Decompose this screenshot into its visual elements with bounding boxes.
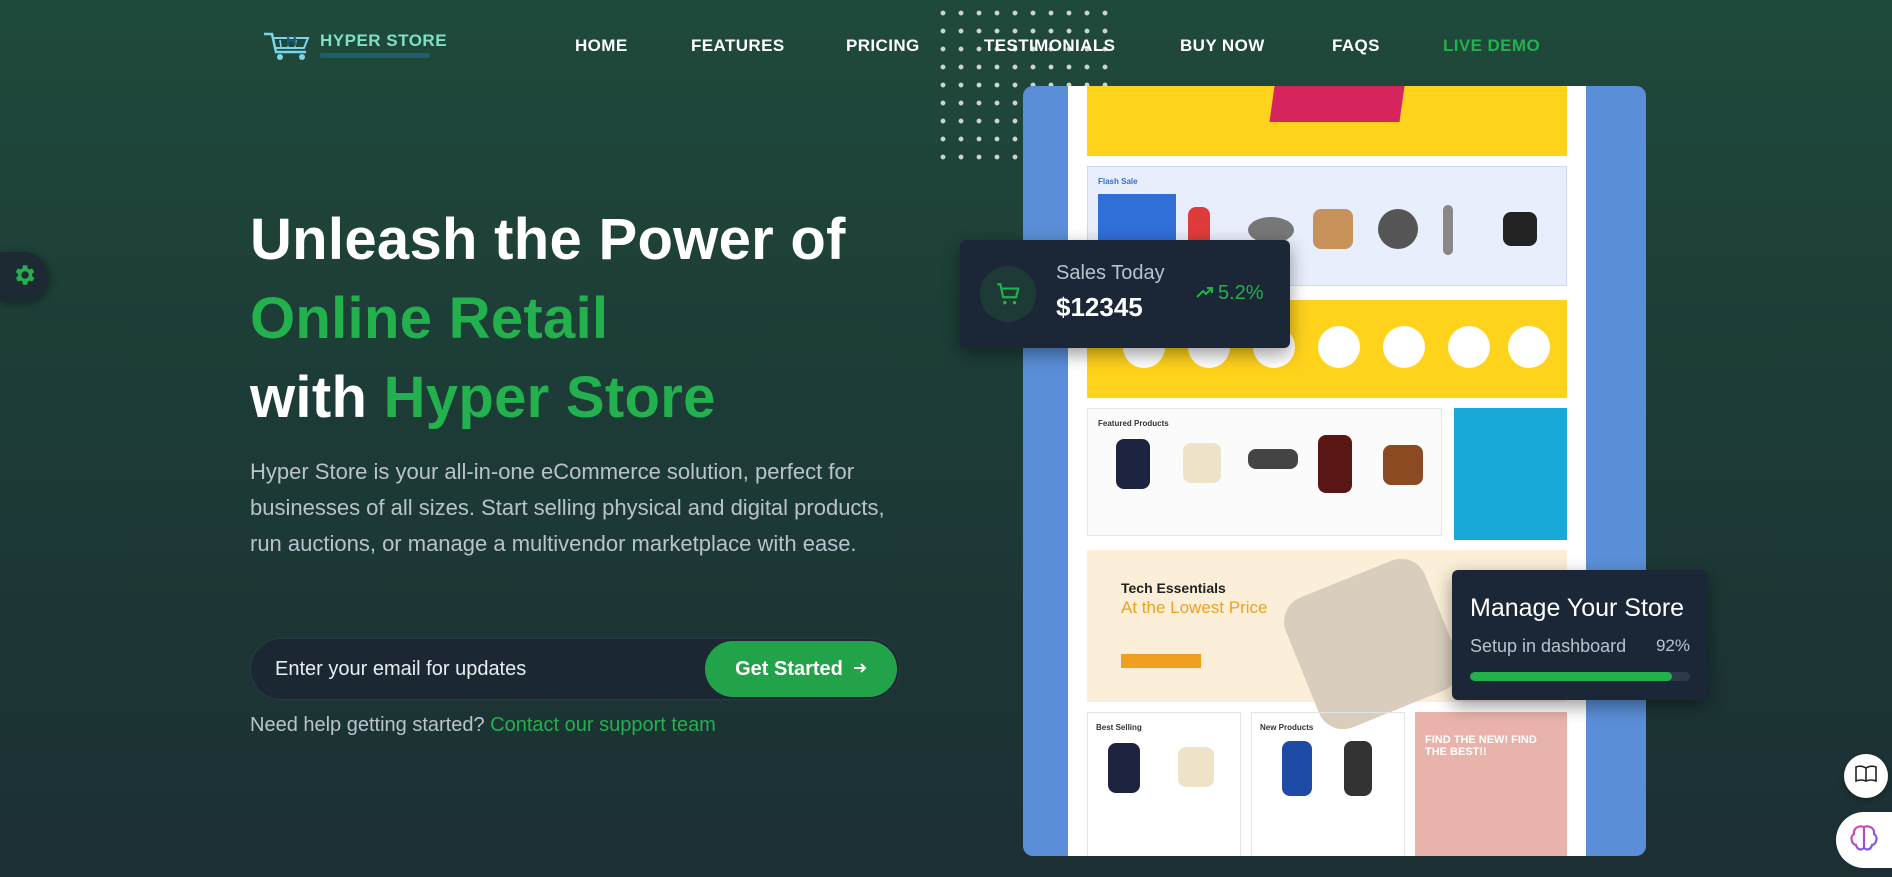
sales-change-value: 5.2%	[1218, 282, 1264, 304]
manage-store-card: Manage Your Store Setup in dashboard 92%	[1452, 570, 1708, 700]
nav-home[interactable]: HOME	[575, 36, 628, 56]
best-selling-title: Best Selling	[1096, 723, 1142, 732]
find-text: FIND THE NEW! FIND THE BEST!!	[1425, 734, 1537, 758]
sales-change: 5.2%	[1196, 282, 1264, 305]
sales-label: Sales Today	[1056, 262, 1165, 284]
featured-title: Featured Products	[1098, 419, 1169, 428]
nav-buy-now[interactable]: BUY NOW	[1180, 36, 1265, 56]
help-text: Need help getting started? Contact our s…	[250, 714, 716, 737]
new-products-section: New Products	[1251, 712, 1405, 856]
setup-progress-fill	[1470, 672, 1673, 681]
ai-assistant-button[interactable]	[1836, 812, 1892, 868]
get-started-label: Get Started	[735, 657, 843, 680]
featured-products-section: Featured Products	[1087, 408, 1442, 536]
documentation-button[interactable]	[1844, 754, 1888, 798]
setup-progress-bar	[1470, 672, 1690, 681]
find-the-new-banner: FIND THE NEW! FIND THE BEST!!	[1415, 712, 1567, 856]
hero-title-line2: Online Retail	[250, 286, 609, 351]
get-started-button[interactable]: Get Started	[705, 641, 897, 697]
settings-toggle[interactable]	[0, 252, 48, 302]
cart-icon	[980, 266, 1036, 322]
trending-up-icon	[1196, 282, 1214, 305]
store-preview-screenshot: Flash Sale Featured Products Tech Essent…	[1068, 86, 1586, 856]
arrow-right-icon	[853, 658, 867, 681]
book-icon	[1855, 764, 1877, 788]
setup-percent: 92%	[1655, 636, 1690, 655]
setup-label: Setup in dashboard	[1470, 636, 1627, 656]
hero-title: Unleash the Power of Online Retail with …	[250, 200, 846, 437]
hero-title-line3: with Hyper Store	[250, 358, 846, 437]
hero-title-brand: Hyper Store	[383, 365, 716, 430]
email-signup-form: Get Started	[250, 638, 900, 700]
support-link[interactable]: Contact our support team	[490, 714, 716, 736]
hero-title-with: with	[250, 365, 368, 430]
manage-title: Manage Your Store	[1470, 594, 1685, 622]
brain-icon	[1849, 824, 1879, 857]
email-input[interactable]	[275, 639, 695, 699]
tech-title: Tech Essentials	[1121, 580, 1226, 596]
nav-features[interactable]: FEATURES	[691, 36, 785, 56]
tech-subtitle: At the Lowest Price	[1121, 598, 1268, 617]
main-nav: HOME FEATURES PRICING TESTIMONIALS BUY N…	[0, 36, 1892, 58]
discount-banner	[1454, 408, 1567, 540]
nav-faqs[interactable]: FAQS	[1332, 36, 1380, 56]
nav-testimonials[interactable]: TESTIMONIALS	[984, 36, 1115, 56]
flash-sale-title: Flash Sale	[1098, 177, 1138, 186]
gear-icon	[11, 262, 37, 293]
nav-live-demo[interactable]: LIVE DEMO	[1443, 36, 1540, 56]
new-products-title: New Products	[1260, 723, 1314, 732]
help-prompt: Need help getting started?	[250, 714, 485, 736]
nav-pricing[interactable]: PRICING	[846, 36, 920, 56]
sales-value: $12345	[1056, 292, 1143, 322]
mega-sale-banner	[1087, 86, 1567, 156]
sales-today-card: Sales Today $12345 5.2%	[960, 240, 1290, 348]
best-selling-section: Best Selling	[1087, 712, 1241, 856]
hero-title-line1: Unleash the Power of	[250, 207, 846, 272]
hero-description: Hyper Store is your all-in-one eCommerce…	[250, 459, 885, 556]
